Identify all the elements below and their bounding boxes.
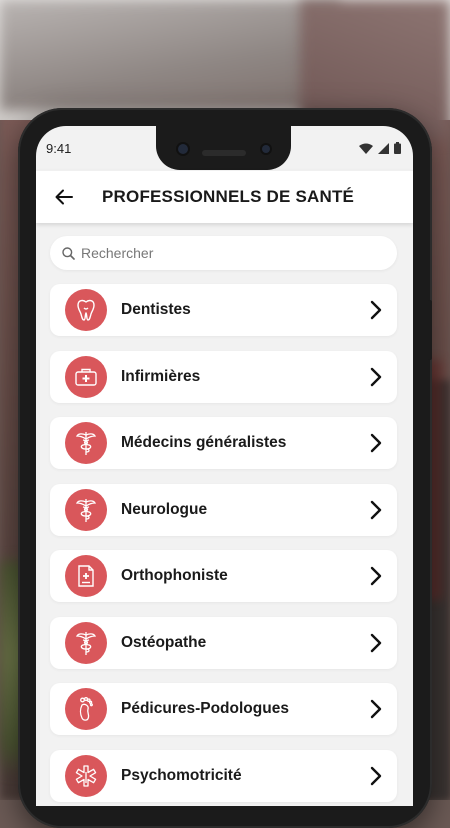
category-item-neurologue[interactable]: Neurologue [50, 483, 397, 536]
status-icons [359, 142, 401, 154]
chevron-right-icon [370, 699, 382, 719]
chevron-right-icon [370, 766, 382, 785]
camera-notch [156, 126, 291, 170]
search-icon [62, 246, 75, 260]
search-input[interactable] [81, 245, 381, 261]
caduceus-icon [65, 488, 107, 531]
tooth-icon [65, 289, 107, 331]
chevron-right-icon [370, 500, 382, 519]
category-item-medecins-generalistes[interactable]: Médecins généralistes [50, 417, 397, 469]
category-item-dentistes[interactable]: Dentistes [50, 284, 397, 336]
status-time: 9:41 [46, 141, 72, 156]
wifi-icon [359, 143, 373, 154]
foot-icon [65, 688, 107, 730]
category-item-psychomotricite[interactable]: Psychomotricité [50, 749, 397, 802]
category-label: Neurologue [121, 500, 208, 518]
chevron-right-icon [370, 633, 382, 652]
star-of-life-icon [65, 754, 107, 797]
chevron-right-icon [370, 566, 382, 586]
app-bar: PROFESSIONNELS DE SANTÉ [36, 170, 413, 223]
category-list: Dentistes Infirmières Médecins généralis… [50, 284, 397, 806]
front-sensor [262, 145, 270, 153]
medical-document-icon [65, 555, 107, 597]
chevron-right-icon [370, 300, 382, 320]
page-title: PROFESSIONNELS DE SANTÉ [102, 187, 355, 206]
phone-screen: 9:41 PROFESSIONNELS DE SANTÉ Rechercher … [36, 126, 413, 806]
category-label: Dentistes [121, 301, 191, 318]
earpiece-speaker [202, 150, 246, 156]
category-label: Ostéopathe [121, 633, 207, 651]
category-item-pedicures-podologues[interactable]: Pédicures-Podologues [50, 683, 397, 735]
front-camera [178, 144, 188, 154]
chevron-right-icon [370, 433, 382, 453]
category-label: Pédicures-Podologues [121, 700, 289, 717]
category-label: Médecins généralistes [121, 434, 287, 451]
arrow-left-icon [55, 189, 73, 205]
search-bar[interactable] [50, 236, 397, 270]
category-item-infirmieres[interactable]: Infirmières [50, 350, 397, 403]
category-label: Infirmières [121, 367, 201, 385]
category-item-osteopathe[interactable]: Ostéopathe [50, 616, 397, 669]
category-label: Psychomotricité [121, 766, 242, 784]
medical-kit-icon [65, 355, 107, 398]
cell-signal-icon [378, 142, 389, 154]
battery-icon [394, 142, 401, 154]
phone-side-button [428, 300, 432, 360]
category-label: Orthophoniste [121, 567, 228, 584]
category-item-orthophoniste[interactable]: Orthophoniste [50, 550, 397, 602]
caduceus-icon [65, 621, 107, 664]
caduceus-icon [65, 422, 107, 464]
chevron-right-icon [370, 367, 382, 386]
back-button[interactable] [50, 183, 78, 211]
